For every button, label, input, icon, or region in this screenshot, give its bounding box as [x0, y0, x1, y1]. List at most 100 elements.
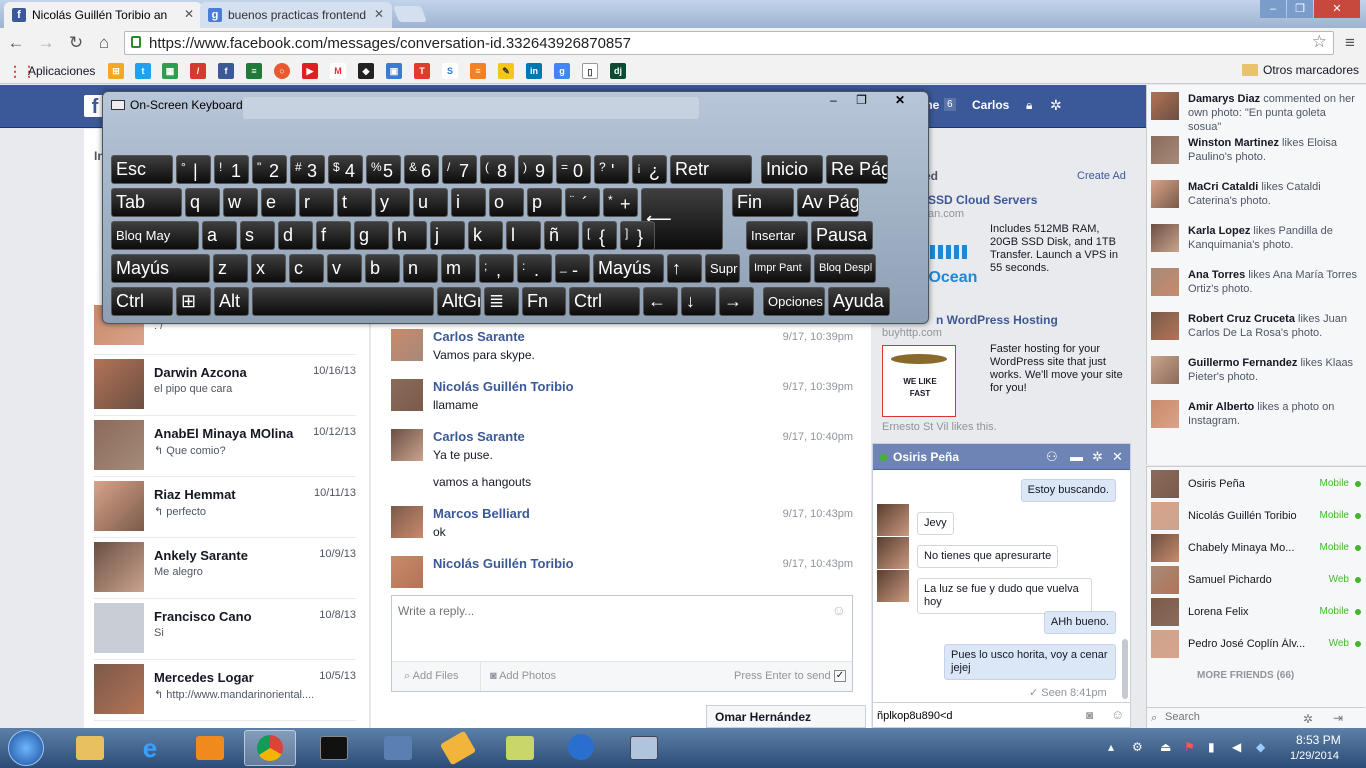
windows-bookmark-icon[interactable]: ⊞: [108, 63, 124, 79]
volume-icon[interactable]: ◀: [1232, 740, 1246, 754]
key-i[interactable]: i: [451, 188, 486, 217]
keyboard-key[interactable]: Re Pág: [826, 155, 888, 184]
key-tab[interactable]: Tab: [111, 188, 182, 217]
message-sender[interactable]: Carlos Sarante: [433, 329, 525, 344]
ad-title[interactable]: SSD Cloud Servers: [928, 193, 1037, 207]
tray-arrow-icon[interactable]: ▴: [1108, 740, 1122, 754]
key--[interactable]: _ -: [555, 254, 590, 283]
close-tab-icon[interactable]: ✕: [184, 7, 194, 21]
press-enter-checkbox[interactable]: ✓: [834, 670, 846, 682]
message-sender[interactable]: Carlos Sarante: [433, 429, 525, 444]
menu-icon[interactable]: ≡: [1340, 33, 1360, 53]
keyboard-key[interactable]: Mayús: [593, 254, 664, 283]
bookmark-icon[interactable]: S: [442, 63, 458, 79]
tab-facebook[interactable]: f Nicolás Guillén Toribio an ✕: [4, 2, 202, 28]
key-y[interactable]: y: [375, 188, 410, 217]
keyboard-key[interactable]: [{: [582, 221, 617, 250]
emoji-icon[interactable]: ☺: [832, 602, 846, 618]
keyboard-key[interactable]: ←: [643, 287, 678, 316]
youtube-icon[interactable]: ▶: [302, 63, 318, 79]
keyboard-key[interactable]: ñ: [544, 221, 579, 250]
star-icon[interactable]: ☆: [1312, 32, 1327, 52]
home-icon[interactable]: ⌂: [94, 33, 114, 53]
bookmark-icon[interactable]: ▯: [582, 63, 598, 79]
keyboard-key[interactable]: ↑: [667, 254, 702, 283]
gmail-icon[interactable]: M: [330, 63, 346, 79]
network-taskbar-button[interactable]: [372, 730, 424, 766]
create-ad-link[interactable]: Create Ad: [1077, 170, 1126, 182]
key-j[interactable]: j: [430, 221, 465, 250]
ticker-item[interactable]: Damarys Diaz commented on her own photo:…: [1151, 92, 1363, 136]
key-supr[interactable]: Supr: [705, 254, 740, 283]
keyboard-key[interactable]: #3: [290, 155, 325, 184]
keyboard-key[interactable]: $4: [328, 155, 363, 184]
keyboard-key[interactable]: →: [719, 287, 754, 316]
keyboard-key[interactable]: & 6: [404, 155, 439, 184]
key-altgr[interactable]: AltGr: [437, 287, 481, 316]
key-inicio[interactable]: Inicio: [761, 155, 823, 184]
keyboard-key[interactable]: ;,: [479, 254, 514, 283]
avatar[interactable]: [391, 556, 423, 588]
chat-header[interactable]: Osiris Peña ⚇ ▬ ✲ ✕: [873, 444, 1130, 470]
chat-contact-name[interactable]: Osiris Peña: [893, 450, 959, 464]
minimize-button[interactable]: –: [820, 92, 847, 110]
profile-link[interactable]: Carlos: [972, 98, 1009, 112]
friend-item[interactable]: Chabely Minaya Mo... Mobile: [1151, 533, 1361, 563]
key-fin[interactable]: Fin: [732, 188, 794, 217]
avatar[interactable]: [877, 504, 909, 536]
gear-icon[interactable]: ✲: [1050, 97, 1062, 114]
chrome-taskbar-button[interactable]: [244, 730, 296, 766]
key-pausa[interactable]: Pausa: [811, 221, 873, 250]
gear-icon[interactable]: ✲: [1303, 712, 1313, 726]
other-bookmarks[interactable]: Otros marcadores: [1242, 63, 1359, 77]
keyboard-key[interactable]: ]}: [620, 221, 655, 250]
avatar[interactable]: [391, 329, 423, 361]
key-h[interactable]: h: [392, 221, 427, 250]
key-o[interactable]: o: [489, 188, 524, 217]
ad-title[interactable]: n WordPress Hosting: [936, 313, 1058, 327]
twitter-icon[interactable]: t: [135, 63, 151, 79]
close-tab-icon[interactable]: ✕: [374, 7, 384, 21]
ad-image[interactable]: lOcean: [924, 229, 984, 289]
chat-tab-omar[interactable]: Omar Hernández: [706, 705, 866, 728]
reply-input[interactable]: [392, 596, 852, 660]
key-b[interactable]: b: [365, 254, 400, 283]
key-fn[interactable]: Fn: [522, 287, 566, 316]
emoji-icon[interactable]: ☺: [1111, 707, 1124, 722]
key-r[interactable]: r: [299, 188, 334, 217]
ticker-item[interactable]: Guillermo Fernandez likes Klaas Pieter's…: [1151, 356, 1363, 400]
list-item[interactable]: Riaz Hemmat 10/11/13 ↰ perfecto: [94, 477, 356, 538]
list-item[interactable]: Francisco Cano 10/8/13 Si: [94, 599, 356, 660]
key-z[interactable]: z: [213, 254, 248, 283]
keyboard-key[interactable]: (8: [480, 155, 515, 184]
google-bookmark-icon[interactable]: g: [554, 63, 570, 79]
keyboard-key[interactable]: Av Pág: [797, 188, 859, 217]
bookmark-icon[interactable]: T: [414, 63, 430, 79]
key-f[interactable]: f: [316, 221, 351, 250]
keyboard-key[interactable]: ) 9: [518, 155, 553, 184]
close-icon[interactable]: ✕: [1112, 449, 1123, 465]
facebook-bookmark-icon[interactable]: f: [218, 63, 234, 79]
keyboard-key[interactable]: ¡ ¿: [632, 155, 667, 184]
key-bloq-despl[interactable]: Bloq Despl: [814, 254, 876, 283]
key-q[interactable]: q: [185, 188, 220, 217]
close-button[interactable]: ✕: [884, 92, 916, 110]
key-a[interactable]: a: [202, 221, 237, 250]
tray-app-icon[interactable]: ⚙: [1132, 740, 1146, 754]
chat-search-input[interactable]: [1165, 711, 1285, 723]
close-window-button[interactable]: ✕: [1314, 0, 1360, 18]
avatar[interactable]: [391, 506, 423, 538]
list-item[interactable]: Mercedes Logar 10/5/13 ↰ http://www.mandar…: [94, 660, 356, 721]
key-w[interactable]: w: [223, 188, 258, 217]
key-v[interactable]: v: [327, 254, 362, 283]
chat-input[interactable]: [877, 708, 1067, 724]
stackoverflow-icon[interactable]: ≡: [470, 63, 486, 79]
ticker-item[interactable]: Karla Lopez likes Pandilla de Kanquimani…: [1151, 224, 1363, 268]
avatar[interactable]: [391, 379, 423, 411]
key-d[interactable]: d: [278, 221, 313, 250]
network-status-icon[interactable]: ▮: [1208, 740, 1222, 754]
keyboard-key[interactable]: ? ': [594, 155, 629, 184]
key-u[interactable]: u: [413, 188, 448, 217]
explorer-taskbar-button[interactable]: [64, 730, 116, 766]
gear-icon[interactable]: ✲: [1092, 449, 1103, 465]
